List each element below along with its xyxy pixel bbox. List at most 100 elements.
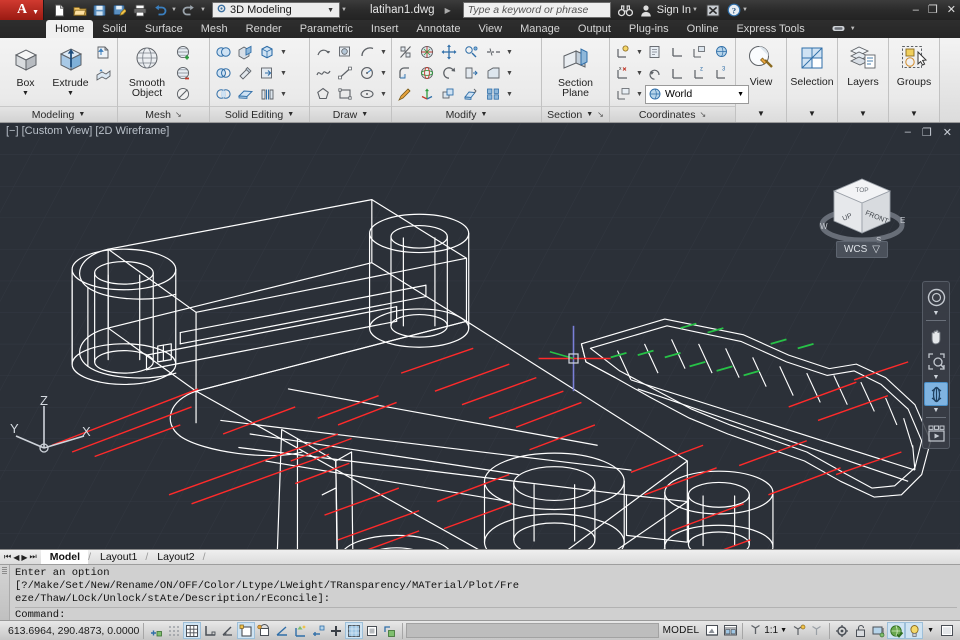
subtract-icon[interactable] xyxy=(213,63,234,83)
layers-button[interactable]: Layers ▼ xyxy=(838,38,888,123)
smooth-more-icon[interactable] xyxy=(173,42,194,62)
command-prompt[interactable]: Command: xyxy=(15,607,957,620)
view-button[interactable]: View ▼ xyxy=(736,38,786,123)
ortho-mode-toggle[interactable] xyxy=(201,622,219,639)
3d-rotate-icon[interactable] xyxy=(417,63,438,83)
wcs-selector[interactable]: WCS ▽ xyxy=(836,241,888,258)
undo-button[interactable] xyxy=(150,1,169,19)
last-layout-button[interactable]: ⏭ xyxy=(30,552,37,562)
space-toggle[interactable]: MODEL xyxy=(659,625,704,636)
annotation-scale-control[interactable]: 1:1 ▼ xyxy=(746,623,790,639)
chevron-down-icon[interactable]: ▼ xyxy=(67,88,74,99)
dialog-launcher-icon[interactable]: ↘ xyxy=(699,110,706,119)
chevron-down-icon[interactable]: ▼ xyxy=(635,63,644,83)
help-caret-icon[interactable]: ▼ xyxy=(741,7,749,13)
auto-add-scale-button[interactable] xyxy=(808,622,826,639)
smooth-less-icon[interactable] xyxy=(173,63,194,83)
panel-title-modify[interactable]: Modify ▼ xyxy=(392,106,541,122)
solid-shell-icon[interactable] xyxy=(257,42,278,62)
intersect-icon[interactable] xyxy=(213,84,234,104)
steering-wheel-caret-icon[interactable]: ▼ xyxy=(933,310,940,317)
status-menu-caret-icon[interactable]: ▼ xyxy=(923,627,938,634)
workspace-switcher[interactable]: 3D Modeling ▼ xyxy=(212,2,340,18)
lineweight-toggle[interactable] xyxy=(327,622,345,639)
tab-annotate[interactable]: Annotate xyxy=(407,20,469,38)
tab-surface[interactable]: Surface xyxy=(136,20,192,38)
chevron-down-icon[interactable]: ▼ xyxy=(361,111,368,118)
steering-wheel-icon[interactable] xyxy=(924,285,948,309)
chevron-down-icon[interactable]: ▼ xyxy=(279,42,288,62)
chevron-down-icon[interactable]: ▼ xyxy=(757,109,765,118)
chevron-down-icon[interactable]: ▼ xyxy=(808,109,816,118)
refine-mesh-icon[interactable] xyxy=(173,84,194,104)
tab-parametric[interactable]: Parametric xyxy=(291,20,362,38)
solid-extrude-face-icon[interactable] xyxy=(235,42,256,62)
next-layout-button[interactable]: ▶ xyxy=(21,553,27,562)
redo-dropdown-caret-icon[interactable]: ▼ xyxy=(199,7,207,13)
minimize-window-button[interactable]: – xyxy=(913,5,919,16)
ribbon-minimize-control[interactable]: ▼ xyxy=(832,20,857,38)
quick-properties-toggle[interactable] xyxy=(363,622,381,639)
match-properties-icon[interactable] xyxy=(395,84,416,104)
ucs-world-icon[interactable] xyxy=(613,42,634,62)
shell-icon[interactable] xyxy=(461,84,482,104)
tab-render[interactable]: Render xyxy=(237,20,291,38)
plot-print-button[interactable] xyxy=(130,1,149,19)
chevron-down-icon[interactable]: ▼ xyxy=(279,63,288,83)
tab-output[interactable]: Output xyxy=(569,20,620,38)
solid-imprint-icon[interactable] xyxy=(257,63,278,83)
chevron-down-icon[interactable]: ▼ xyxy=(379,42,388,62)
viewport-minimize-button[interactable]: – xyxy=(905,126,911,139)
union-icon[interactable] xyxy=(213,42,234,62)
ucs-y-axis-icon[interactable] xyxy=(667,63,688,83)
viewport-close-button[interactable]: ✕ xyxy=(943,126,952,139)
solid-separate-icon[interactable] xyxy=(257,84,278,104)
ucs-display-icon[interactable] xyxy=(613,84,634,104)
tab-solid[interactable]: Solid xyxy=(93,20,135,38)
line-icon[interactable] xyxy=(335,63,356,83)
fillet-edge-icon[interactable] xyxy=(395,63,416,83)
circle-icon[interactable] xyxy=(357,63,378,83)
3d-align-icon[interactable] xyxy=(417,42,438,62)
annotation-visibility-button[interactable] xyxy=(790,622,808,639)
orbit-caret-icon[interactable]: ▼ xyxy=(933,407,940,414)
showmotion-icon[interactable] xyxy=(924,421,948,445)
redo-button[interactable] xyxy=(179,1,198,19)
spline-icon[interactable] xyxy=(313,63,334,83)
panel-title-section[interactable]: Section ▼ ↘ xyxy=(542,106,609,122)
grid-display-toggle[interactable] xyxy=(183,622,201,639)
3d-array-icon[interactable] xyxy=(439,84,460,104)
ucs-z-axis-icon[interactable]: z xyxy=(689,63,710,83)
chevron-down-icon[interactable]: ▼ xyxy=(22,88,29,99)
layout-tab-model[interactable]: Model xyxy=(41,550,88,565)
workspace-overflow-caret-icon[interactable]: ▼ xyxy=(340,7,348,13)
chevron-down-icon[interactable]: ▼ xyxy=(287,111,294,118)
rectangle-icon[interactable] xyxy=(335,84,356,104)
dynamic-ucs-toggle[interactable] xyxy=(291,622,309,639)
box-button[interactable]: Box ▼ xyxy=(3,40,48,99)
document-list-arrow-icon[interactable]: ▶ xyxy=(445,6,451,15)
array-icon[interactable] xyxy=(483,84,504,104)
ucs-face-icon[interactable] xyxy=(645,42,666,62)
solid-clean-icon[interactable] xyxy=(235,84,256,104)
ribbon-minimize-icon[interactable] xyxy=(832,20,845,38)
close-window-button[interactable]: ✕ xyxy=(947,5,956,16)
object-snap-tracking-toggle[interactable] xyxy=(273,622,291,639)
workspace-switching-button[interactable] xyxy=(833,622,851,639)
region-icon[interactable] xyxy=(335,42,356,62)
chevron-down-icon[interactable]: ▼ xyxy=(780,627,787,634)
first-layout-button[interactable]: ⏮ xyxy=(4,552,11,562)
tab-home[interactable]: Home xyxy=(46,20,93,38)
dialog-launcher-icon[interactable]: ↘ xyxy=(597,110,604,119)
ucs-combo[interactable]: World ▼ xyxy=(645,85,749,104)
sign-in-caret-icon[interactable]: ▼ xyxy=(691,7,699,13)
dialog-launcher-icon[interactable]: ↘ xyxy=(175,110,182,119)
chevron-down-icon[interactable]: ▼ xyxy=(379,63,388,83)
slice-icon[interactable] xyxy=(395,42,416,62)
pan-hand-icon[interactable] xyxy=(924,324,948,348)
dynamic-input-toggle[interactable] xyxy=(309,622,327,639)
3d-scale-icon[interactable] xyxy=(417,84,438,104)
status-bar-menu-button[interactable] xyxy=(905,622,923,639)
drawing-area[interactable]: [−] [Custom View] [2D Wireframe] – ❐ ✕ xyxy=(0,123,960,549)
hardware-acceleration-button[interactable] xyxy=(869,622,887,639)
